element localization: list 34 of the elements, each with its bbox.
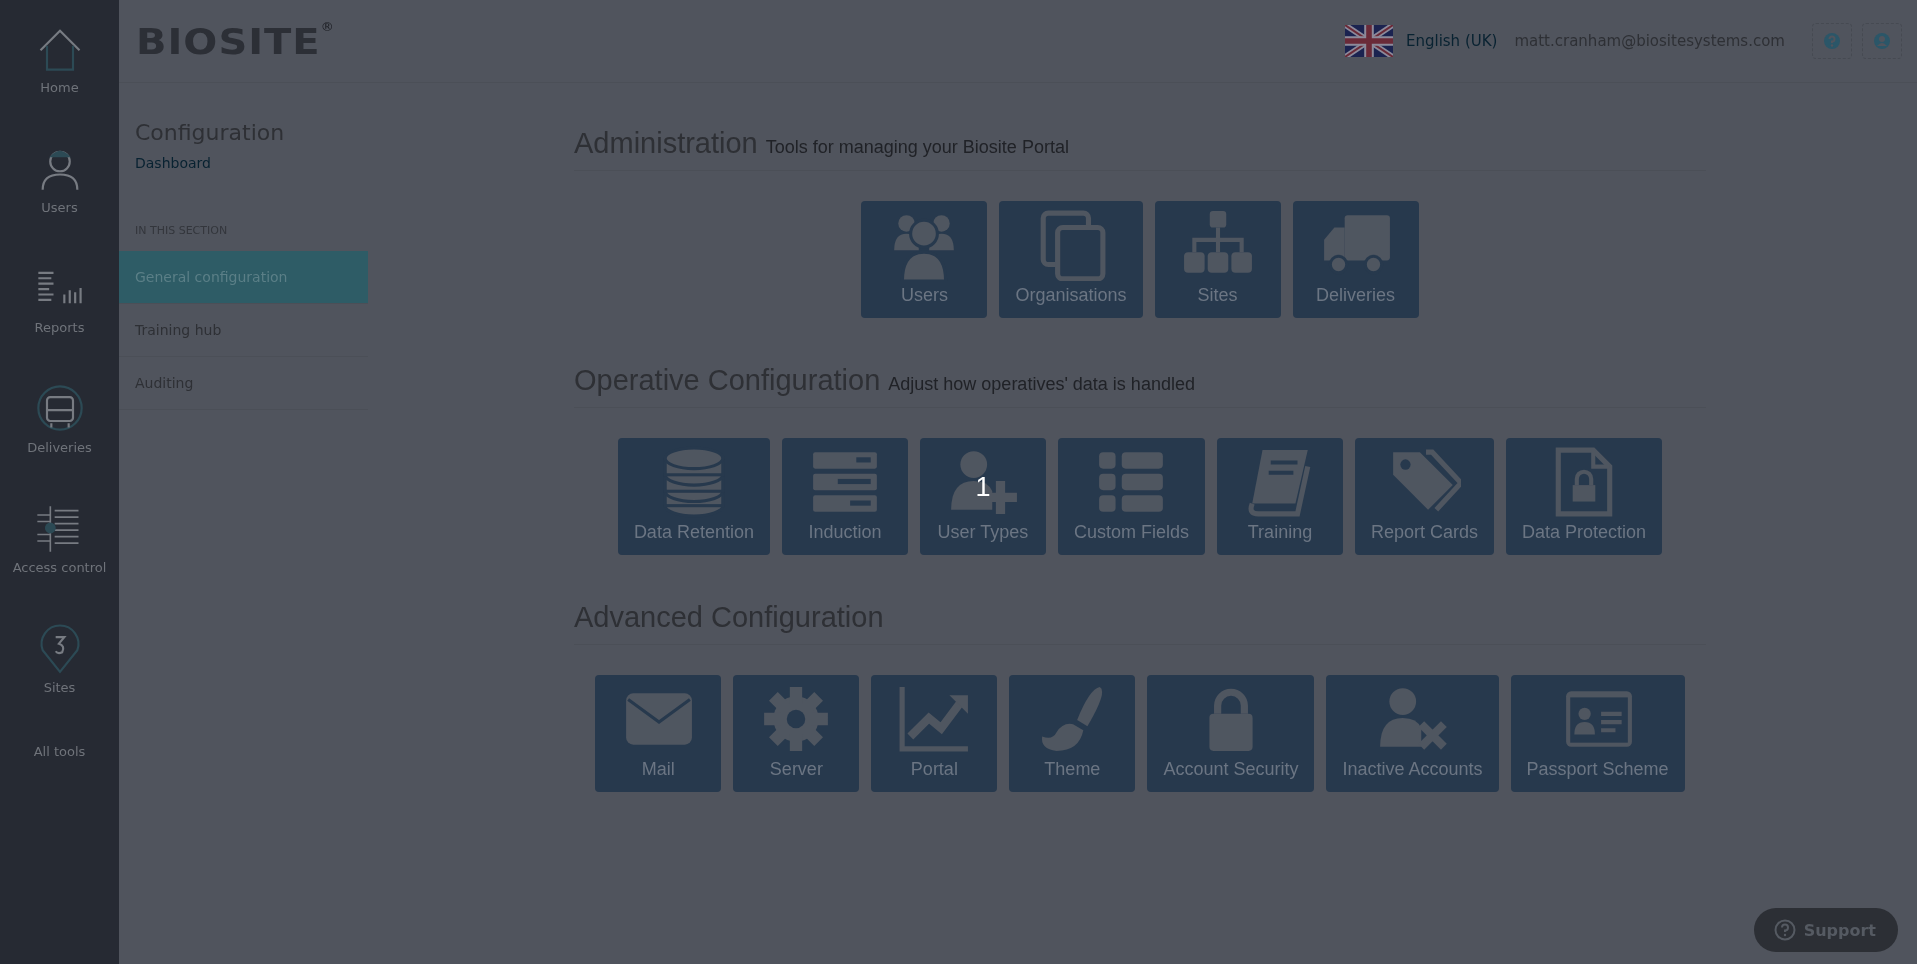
flag-icon[interactable]	[1344, 25, 1393, 57]
user-icon	[1873, 32, 1891, 50]
config-tile[interactable]: Passport Scheme	[1510, 675, 1685, 792]
config-tile[interactable]: Portal	[871, 675, 998, 792]
rail-nav-item[interactable]: Users	[33, 142, 86, 262]
config-tile[interactable]: Organisations	[999, 201, 1143, 318]
config-tile[interactable]: User Types 1	[919, 438, 1046, 555]
config-tile[interactable]: Induction	[781, 438, 908, 555]
step-marker: 1	[975, 472, 991, 503]
breadcrumb-link[interactable]: Dashboard	[119, 155, 211, 171]
config-tile[interactable]: Mail	[595, 675, 722, 792]
rail-nav-item[interactable]: Access control	[12, 502, 107, 622]
language-link[interactable]: English (UK)	[1405, 32, 1498, 50]
config-tile[interactable]: Data Retention	[617, 438, 770, 555]
config-tile[interactable]: Custom Fields	[1057, 438, 1205, 555]
account-button[interactable]	[1862, 23, 1902, 59]
config-tile[interactable]: Report Cards	[1355, 438, 1495, 555]
config-tile[interactable]: Server	[733, 675, 860, 792]
config-tile[interactable]: Training	[1217, 438, 1343, 555]
config-tile[interactable]: Users	[861, 201, 988, 318]
config-tile[interactable]: Theme	[1009, 675, 1136, 792]
config-tile[interactable]: Deliveries	[1292, 201, 1419, 318]
all-tools-link[interactable]: All tools	[33, 744, 86, 759]
help-icon	[1773, 919, 1796, 941]
config-tile[interactable]: Account Security	[1147, 675, 1315, 792]
rail-nav-item[interactable]: Reports	[33, 262, 86, 382]
rail-nav-item[interactable]: Home	[33, 22, 86, 142]
config-tile[interactable]: Data Protection	[1506, 438, 1663, 555]
config-tile[interactable]: Sites	[1154, 201, 1281, 318]
rail-nav-item[interactable]: Sites	[33, 622, 86, 742]
help-icon	[1823, 32, 1841, 50]
config-tile[interactable]: Inactive Accounts	[1326, 675, 1499, 792]
help-button[interactable]	[1812, 23, 1852, 59]
rail-nav-item[interactable]: Deliveries	[27, 382, 92, 502]
